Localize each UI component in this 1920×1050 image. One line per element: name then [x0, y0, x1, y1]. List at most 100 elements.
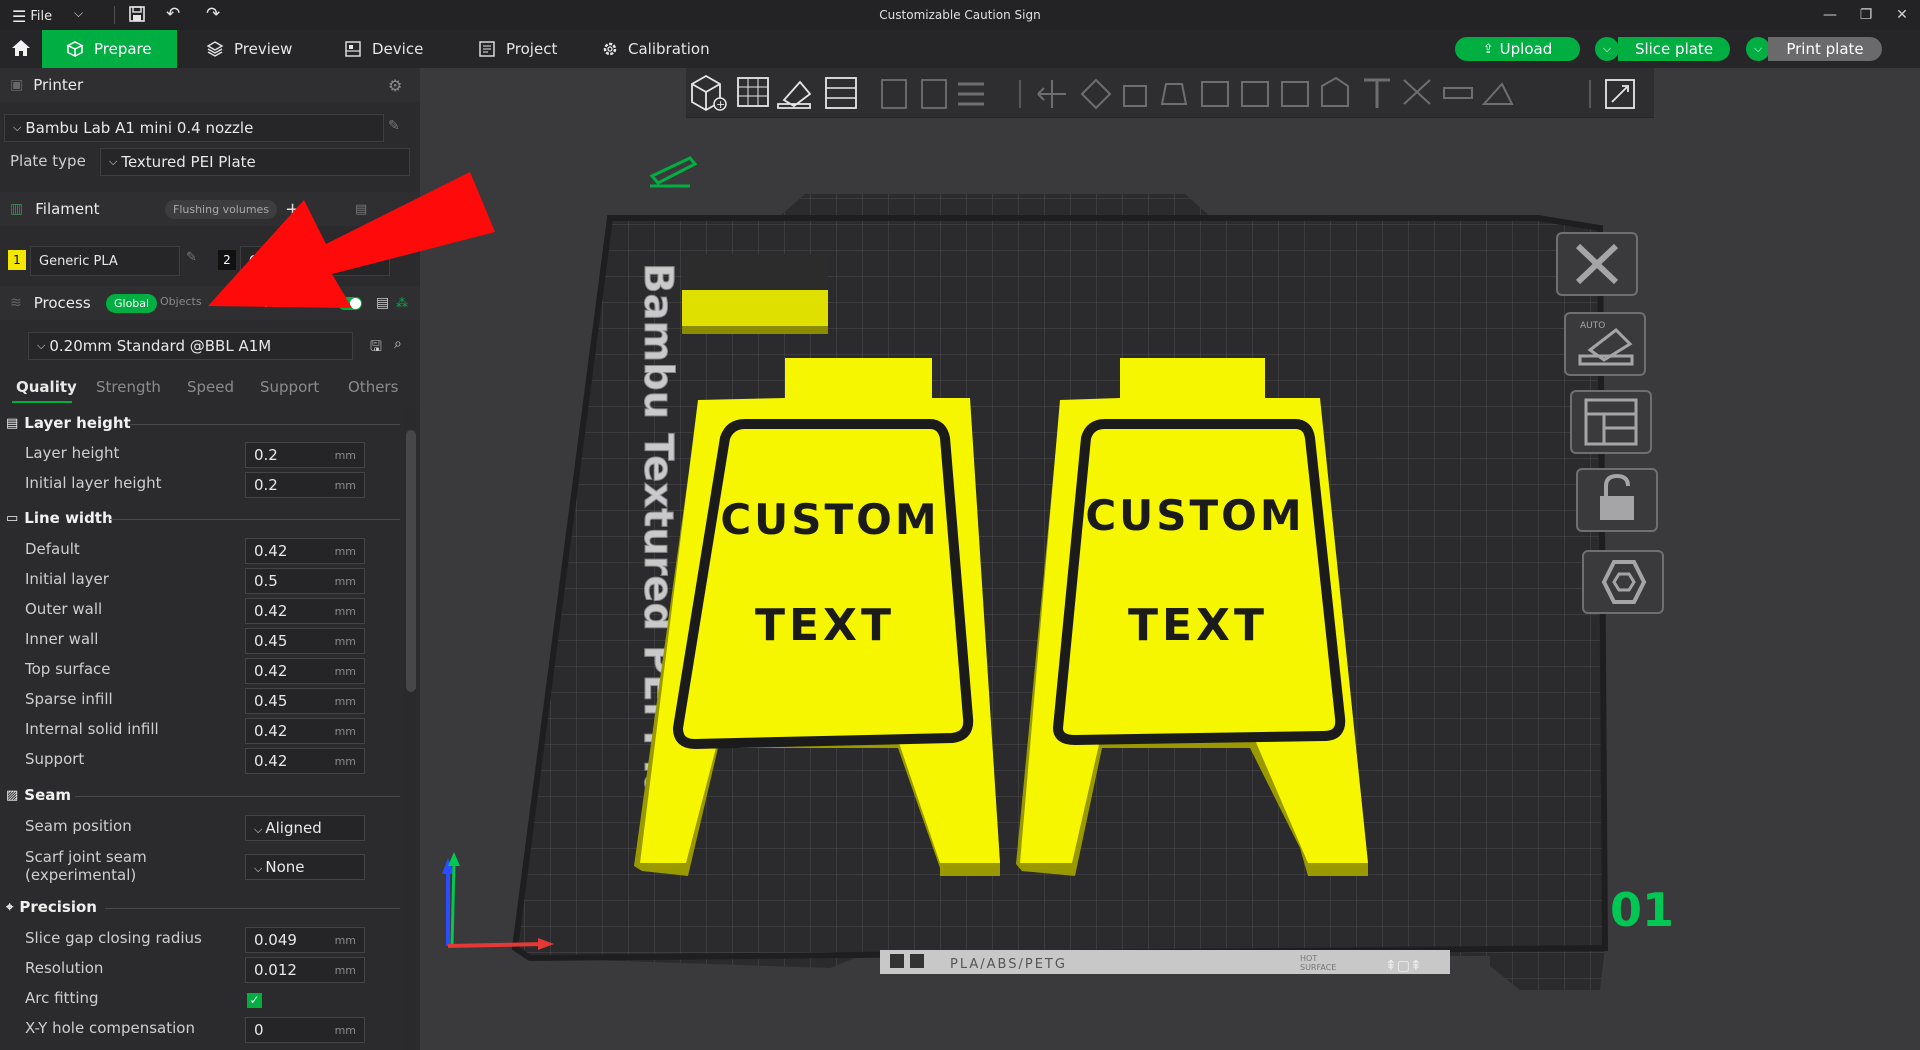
initial-layer-line-width-value: 0.5	[254, 572, 278, 590]
top-surface-input[interactable]: 0.42 mm	[245, 658, 365, 684]
scarf-joint-seam-label-line1: Scarf joint seam	[25, 848, 147, 866]
tab-preview[interactable]: Preview	[180, 30, 292, 68]
resolution-input[interactable]: 0.012 mm	[245, 957, 365, 983]
tab-preview-label: Preview	[234, 40, 293, 58]
settings-scrollbar-thumb[interactable]	[406, 430, 416, 692]
close-icon[interactable]: ✕	[1884, 0, 1920, 30]
object-toolbar: +	[686, 68, 1654, 118]
sign-1-line-2: TEXT	[755, 600, 895, 651]
view-assembly-icon[interactable]	[1605, 79, 1635, 109]
subtab-others[interactable]: Others	[348, 378, 398, 396]
slice-dropdown-icon[interactable]: ⌵	[1595, 37, 1619, 61]
text-block-object[interactable]	[682, 254, 828, 334]
device-icon	[345, 41, 361, 57]
settings-scrollbar-track[interactable]	[404, 408, 418, 1050]
initial-layer-height-input[interactable]: 0.2 mm	[245, 472, 365, 498]
initial-layer-line-width-label: Initial layer	[25, 570, 109, 588]
printer-settings-icon[interactable]: ⚙	[388, 76, 402, 95]
internal-solid-infill-input[interactable]: 0.42 mm	[245, 718, 365, 744]
minimize-icon[interactable]: —	[1812, 0, 1848, 30]
subtab-strength[interactable]: Strength	[96, 378, 161, 396]
filament-icon: ▥	[10, 201, 24, 217]
subtab-support[interactable]: Support	[260, 378, 319, 396]
hot-surface-text-1: HOT	[1300, 954, 1317, 963]
save-preset-icon[interactable]: 🖫	[370, 336, 382, 360]
scarf-joint-seam-select[interactable]: ⌵ None	[245, 854, 365, 880]
sign-1-line-1: CUSTOM	[720, 495, 939, 544]
internal-solid-infill-label: Internal solid infill	[25, 720, 159, 738]
unit-label: mm	[334, 725, 356, 738]
search-icon[interactable]: ⌕	[394, 336, 402, 352]
process-preset-select[interactable]: ⌵ 0.20mm Standard @BBL A1M	[28, 332, 353, 360]
layer-height-icon: ▤	[6, 415, 19, 431]
seam-position-select[interactable]: ⌵ Aligned	[245, 815, 365, 841]
auto-orient-toolbar-icon[interactable]	[777, 80, 812, 109]
add-plate-icon[interactable]	[737, 77, 769, 107]
arrange-toolbar-icon[interactable]	[825, 77, 857, 109]
support-line-width-input[interactable]: 0.42 mm	[245, 748, 365, 774]
upload-button[interactable]: ⇪ Upload	[1455, 37, 1580, 61]
3d-viewport[interactable]: PLA/ABS/PETG HOT SURFACE ⇞▢⇞ Bambu Textu…	[420, 68, 1920, 1050]
process-icon: ≋	[10, 295, 22, 311]
global-toggle[interactable]: Global	[106, 294, 158, 313]
plate-edit-icon[interactable]	[649, 156, 698, 188]
tab-prepare-label: Prepare	[94, 40, 152, 58]
slice-gap-closing-radius-input[interactable]: 0.049 mm	[245, 927, 365, 953]
save-icon[interactable]	[128, 5, 146, 27]
chevron-down-icon: ⌵	[254, 862, 263, 875]
inner-wall-input[interactable]: 0.45 mm	[245, 628, 365, 654]
add-object-icon[interactable]: +	[691, 74, 727, 112]
process-preset-value: 0.20mm Standard @BBL A1M	[49, 337, 272, 355]
plate-settings-button[interactable]	[1582, 550, 1664, 614]
layer-height-label: Layer height	[25, 444, 120, 462]
slice-plate-label: Slice plate	[1634, 40, 1714, 58]
outer-wall-input[interactable]: 0.42 mm	[245, 598, 365, 624]
chevron-down-icon: ⌵	[254, 823, 263, 836]
arc-fitting-checkbox[interactable]: ✓	[247, 993, 262, 1008]
default-line-width-input[interactable]: 0.42 mm	[245, 538, 365, 564]
subtab-underline	[12, 401, 72, 403]
redo-icon[interactable]: ↷	[206, 4, 220, 24]
filament-slot-1-color[interactable]: 1	[8, 250, 26, 270]
print-plate-button[interactable]: Print plate	[1768, 37, 1882, 61]
unit-label: mm	[334, 755, 356, 768]
divider	[105, 908, 400, 909]
auto-orient-button[interactable]: AUTO	[1564, 312, 1646, 376]
main-nav-bar: Prepare Preview Device Project Calibrati…	[0, 30, 1920, 68]
subtab-quality[interactable]: Quality	[16, 378, 77, 396]
printer-select[interactable]: ⌵ Bambu Lab A1 mini 0.4 nozzle	[4, 114, 384, 142]
precision-icon: ⌖	[6, 899, 14, 915]
upload-label: Upload	[1499, 40, 1553, 58]
plate-strip-icons: ⇞▢⇞	[1385, 958, 1422, 974]
tab-prepare[interactable]: Prepare	[42, 30, 177, 68]
outer-wall-value: 0.42	[254, 602, 288, 620]
tab-project-label: Project	[506, 40, 558, 58]
print-dropdown-icon[interactable]: ⌵	[1746, 37, 1770, 61]
arrange-button[interactable]	[1570, 390, 1652, 454]
initial-layer-line-width-input[interactable]: 0.5 mm	[245, 568, 365, 594]
file-menu-button[interactable]: ☰ File	[12, 7, 52, 26]
tab-device[interactable]: Device	[318, 30, 423, 68]
svg-text:AUTO: AUTO	[1580, 321, 1605, 331]
build-plate-scene: PLA/ABS/PETG HOT SURFACE ⇞▢⇞ Bambu Textu…	[442, 156, 1674, 990]
tab-calibration[interactable]: Calibration	[576, 30, 710, 68]
group-layer-height-title: Layer height	[24, 414, 131, 432]
delete-all-button[interactable]	[1556, 232, 1638, 296]
edit-printer-icon[interactable]: ✎	[388, 118, 400, 134]
hamburger-icon: ☰	[12, 7, 27, 26]
undo-icon[interactable]: ↶	[166, 4, 180, 24]
lock-button[interactable]	[1576, 468, 1658, 532]
sparse-infill-input[interactable]: 0.45 mm	[245, 688, 365, 714]
chevron-down-icon[interactable]: ⌵	[74, 6, 83, 21]
restore-icon[interactable]: ❐	[1848, 0, 1884, 30]
tab-project[interactable]: Project	[452, 30, 557, 68]
inner-wall-label: Inner wall	[25, 630, 99, 648]
default-line-width-label: Default	[25, 540, 80, 558]
subtab-speed[interactable]: Speed	[187, 378, 234, 396]
filament-slot-1-select[interactable]: Generic PLA	[30, 246, 180, 276]
layer-height-input[interactable]: 0.2 mm	[245, 442, 365, 468]
slice-plate-button[interactable]: Slice plate	[1618, 37, 1730, 61]
document-icon	[479, 41, 495, 57]
xy-hole-compensation-input[interactable]: 0 mm	[245, 1017, 365, 1043]
home-icon[interactable]	[10, 37, 32, 63]
